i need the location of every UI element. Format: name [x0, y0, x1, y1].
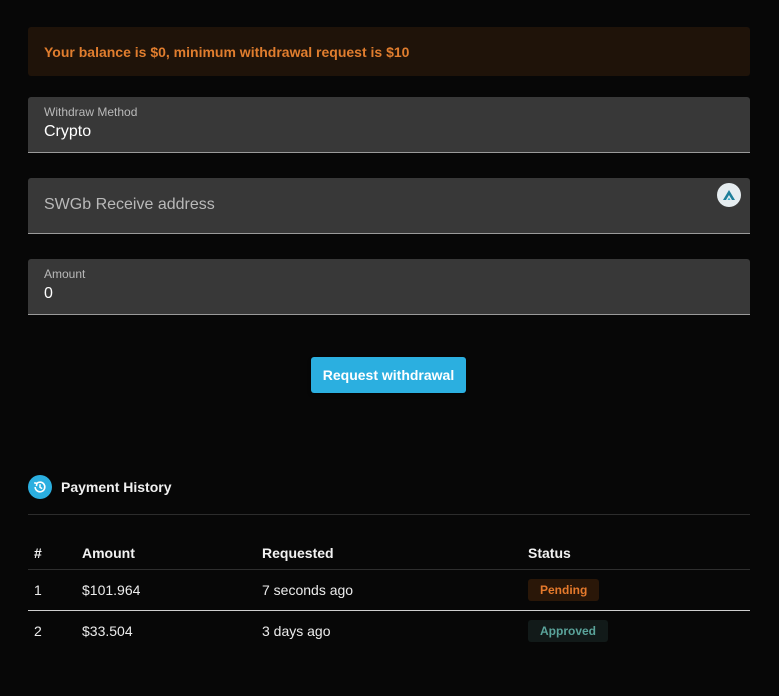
- amount-label: Amount: [44, 267, 86, 281]
- row-amount: $33.504: [82, 623, 133, 639]
- receive-address-field[interactable]: SWGb Receive address: [28, 178, 750, 234]
- balance-alert: Your balance is $0, minimum withdrawal r…: [28, 27, 750, 76]
- column-header-status: Status: [528, 545, 571, 561]
- request-withdrawal-button[interactable]: Request withdrawal: [311, 357, 466, 393]
- payment-history-table: # Amount Requested Status 1 $101.964 7 s…: [28, 537, 750, 651]
- payment-history-title: Payment History: [61, 479, 172, 495]
- balance-alert-text: Your balance is $0, minimum withdrawal r…: [44, 43, 410, 60]
- status-badge-approved: Approved: [528, 620, 609, 642]
- withdraw-page: Your balance is $0, minimum withdrawal r…: [0, 0, 779, 696]
- row-number: 2: [34, 623, 42, 639]
- table-row: 2 $33.504 3 days ago Approved: [28, 611, 750, 651]
- row-amount: $101.964: [82, 582, 141, 598]
- history-divider: [28, 514, 750, 515]
- column-header-number: #: [34, 545, 42, 561]
- amount-value: 0: [44, 285, 53, 302]
- withdraw-method-value: Crypto: [44, 123, 92, 140]
- column-header-amount: Amount: [82, 545, 135, 561]
- wallet-logo-icon[interactable]: [717, 183, 741, 207]
- row-requested: 7 seconds ago: [262, 582, 354, 598]
- history-icon: [28, 475, 52, 499]
- table-header-row: # Amount Requested Status: [28, 537, 750, 570]
- row-requested: 3 days ago: [262, 623, 331, 639]
- status-badge-pending: Pending: [528, 579, 600, 601]
- amount-field[interactable]: Amount 0: [28, 259, 750, 315]
- table-row: 1 $101.964 7 seconds ago Pending: [28, 570, 750, 611]
- payment-history-header: Payment History: [28, 475, 171, 499]
- row-number: 1: [34, 582, 42, 598]
- row-status: Pending: [528, 579, 600, 601]
- column-header-requested: Requested: [262, 545, 334, 561]
- withdraw-method-select[interactable]: Withdraw Method Crypto: [28, 97, 750, 153]
- row-status: Approved: [528, 620, 609, 642]
- receive-address-placeholder: SWGb Receive address: [44, 196, 215, 213]
- withdraw-method-label: Withdraw Method: [44, 105, 138, 119]
